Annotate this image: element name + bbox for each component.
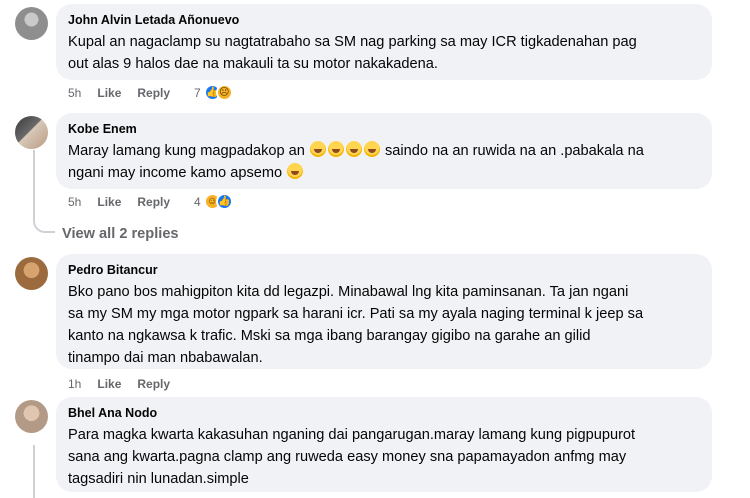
comment-text: Para magka kwarta kakasuhan nganing dai … bbox=[68, 427, 636, 487]
laughing-face-icon bbox=[287, 163, 304, 179]
laughing-face-icon bbox=[363, 141, 380, 157]
thread-line bbox=[33, 445, 35, 498]
comment-bubble: Kobe Enem Maray lamang kung magpadakop a… bbox=[56, 113, 712, 189]
reaction-summary[interactable]: 4 ☺ 👍 bbox=[194, 193, 233, 210]
comment-time[interactable]: 1h bbox=[68, 377, 81, 391]
comment-time[interactable]: 5h bbox=[68, 86, 81, 100]
reaction-count: 4 bbox=[194, 194, 201, 209]
reaction-count: 7 bbox=[194, 85, 201, 100]
comment-bubble: John Alvin Letada Añonuevo Kupal an naga… bbox=[56, 4, 712, 80]
like-button[interactable]: Like bbox=[97, 195, 121, 209]
laughing-face-icon bbox=[327, 141, 344, 157]
laughing-face-icon bbox=[345, 141, 362, 157]
comment-time[interactable]: 5h bbox=[68, 195, 81, 209]
reply-button[interactable]: Reply bbox=[137, 86, 170, 100]
avatar[interactable] bbox=[15, 116, 48, 149]
comment-author[interactable]: Bhel Ana Nodo bbox=[68, 405, 700, 421]
comment-author[interactable]: John Alvin Letada Añonuevo bbox=[68, 12, 700, 28]
comment-text-part: Maray lamang kung magpadakop an bbox=[68, 143, 309, 159]
avatar[interactable] bbox=[15, 400, 48, 433]
comment-bubble: Pedro Bitancur Bko pano bos mahigpiton k… bbox=[56, 254, 712, 369]
avatar[interactable] bbox=[15, 257, 48, 290]
comment-text: Maray lamang kung magpadakop an saindo n… bbox=[68, 140, 700, 184]
thumbs-up-icon: 👍 bbox=[215, 193, 233, 210]
like-button[interactable]: Like bbox=[97, 377, 121, 391]
comment-text: Kupal an nagaclamp su nagtatrabaho sa SM… bbox=[68, 34, 637, 72]
sad-face-icon: ☹ bbox=[215, 84, 233, 101]
comment-actions: 5h Like Reply bbox=[68, 86, 186, 100]
comment-text-part: ngani may income kamo apsemo bbox=[68, 165, 287, 181]
reply-thread-line bbox=[33, 150, 55, 233]
reply-button[interactable]: Reply bbox=[137, 195, 170, 209]
like-button[interactable]: Like bbox=[97, 86, 121, 100]
laughing-face-icon bbox=[309, 141, 326, 157]
comment-actions: 1h Like Reply bbox=[68, 377, 186, 391]
comment-bubble: Bhel Ana Nodo Para magka kwarta kakasuha… bbox=[56, 397, 712, 492]
comment-author[interactable]: Pedro Bitancur bbox=[68, 262, 700, 278]
view-replies-link[interactable]: View all 2 replies bbox=[62, 226, 179, 242]
comment-text-part: saindo na an ruwida na an .pabakala na bbox=[380, 143, 644, 159]
comment-author[interactable]: Kobe Enem bbox=[68, 121, 700, 137]
comment-text: Bko pano bos mahigpiton kita dd legazpi.… bbox=[68, 284, 644, 366]
reply-button[interactable]: Reply bbox=[137, 377, 170, 391]
avatar[interactable] bbox=[15, 7, 48, 40]
comment-actions: 5h Like Reply bbox=[68, 195, 186, 209]
reaction-summary[interactable]: 7 👍 ☹ bbox=[194, 84, 233, 101]
